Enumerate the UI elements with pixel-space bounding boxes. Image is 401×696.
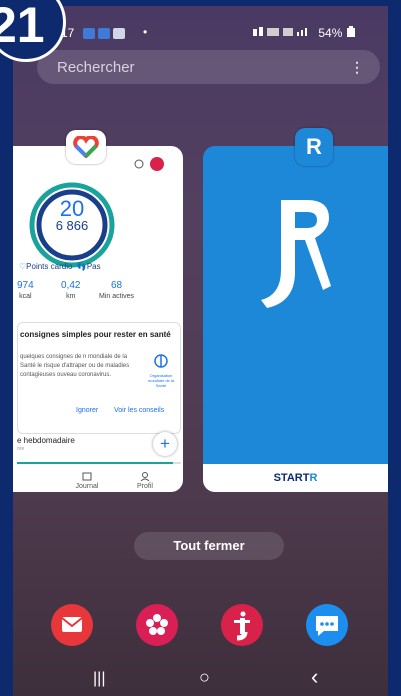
status-bar: 17 • 54% (13, 6, 388, 42)
who-label: Organisation mondiale de la Santé (147, 373, 175, 388)
startr-app-icon[interactable]: R (295, 128, 333, 166)
profile-icon (140, 472, 150, 482)
phone-screen: 17 • 54% Rechercher ⋮ 20 6 866 ♡Points c… (13, 6, 388, 696)
legend-steps: Pas (86, 262, 101, 271)
weekly-progress-bar (17, 462, 181, 464)
weekly-progress-fill (17, 462, 173, 464)
brand-suffix: R (309, 472, 318, 484)
more-options-icon[interactable]: ⋮ (350, 59, 364, 76)
stat-unit: Min actives (99, 293, 135, 300)
jaime-app-icon[interactable] (221, 604, 263, 646)
j-letter-icon (234, 611, 250, 641)
startr-logo-icon (261, 200, 331, 308)
close-all-button[interactable]: Tout fermer (134, 532, 284, 560)
stat-value: 974 (17, 280, 34, 291)
startr-card[interactable]: STARTR (203, 146, 388, 492)
stat-value: 0,42 (61, 280, 81, 291)
who-logo-icon (154, 354, 168, 368)
google-fit-card[interactable]: 20 6 866 ♡Points cardio 👣Pas 974 kcal 0,… (13, 146, 183, 492)
recents-button[interactable]: ||| (93, 670, 105, 688)
card-header-icons (134, 157, 164, 171)
tips-title: consignes simples pour rester en santé (20, 330, 171, 339)
linkedin-icon (113, 28, 125, 40)
fit-heart-icon (73, 136, 99, 158)
back-button[interactable]: ‹ (311, 664, 318, 690)
flower-icon (146, 614, 168, 635)
ignore-button[interactable]: Ignorer (76, 407, 98, 414)
health-tips-card: consignes simples pour rester en santé q… (17, 322, 181, 434)
stat-active-minutes: 68 Min actives (99, 280, 134, 300)
stat-unit: kcal (19, 293, 32, 300)
status-right-icons: 54% (253, 26, 356, 40)
brand-prefix: START (273, 472, 310, 484)
nav-profil-label: Profil (137, 483, 153, 490)
messages-app-icon[interactable] (306, 604, 348, 646)
google-fit-app-icon[interactable] (66, 130, 106, 164)
nav-journal-label: Journal (75, 483, 99, 490)
add-button[interactable]: + (153, 432, 177, 456)
signal-wifi-icon (253, 27, 307, 36)
battery-icon (346, 26, 355, 37)
weekly-goal-title: e hebdomadaire (17, 436, 75, 445)
battery-level: 54% (318, 26, 343, 40)
search-bar[interactable]: Rechercher ⋮ (37, 50, 380, 84)
stat-unit: km (66, 293, 76, 300)
notification-icons (83, 26, 128, 40)
search-placeholder: Rechercher (57, 59, 135, 76)
weekly-goal-subtitle: ore (17, 446, 25, 452)
navigation-bar: ||| ○ ‹ (13, 664, 388, 696)
see-tips-button[interactable]: Voir les conseils (114, 407, 164, 414)
stat-calories: 974 kcal (17, 280, 34, 300)
stat-distance: 0,42 km (61, 280, 80, 300)
envelope-icon (61, 617, 83, 632)
startr-brand: STARTR (203, 472, 388, 484)
chat-bubble-icon (316, 616, 338, 636)
steps-value: 6 866 (55, 218, 89, 233)
legend-points: Points cardio (26, 262, 73, 271)
tips-body: quelques consignes de n mondiale de la S… (20, 354, 130, 378)
nav-journal[interactable]: Journal (67, 472, 107, 490)
app-notification-icon (83, 28, 95, 40)
flower-app-icon[interactable] (136, 604, 178, 646)
email-app-icon[interactable] (51, 604, 93, 646)
status-dot: • (143, 25, 148, 39)
steps-icon: 👣 (76, 262, 87, 271)
app-notification-icon (98, 28, 110, 40)
home-button[interactable]: ○ (199, 667, 210, 688)
journal-icon (82, 472, 92, 481)
ring-legend: ♡Points cardio 👣Pas (19, 262, 101, 271)
stat-value: 68 (110, 280, 123, 291)
nav-profil[interactable]: Profil (125, 472, 165, 490)
